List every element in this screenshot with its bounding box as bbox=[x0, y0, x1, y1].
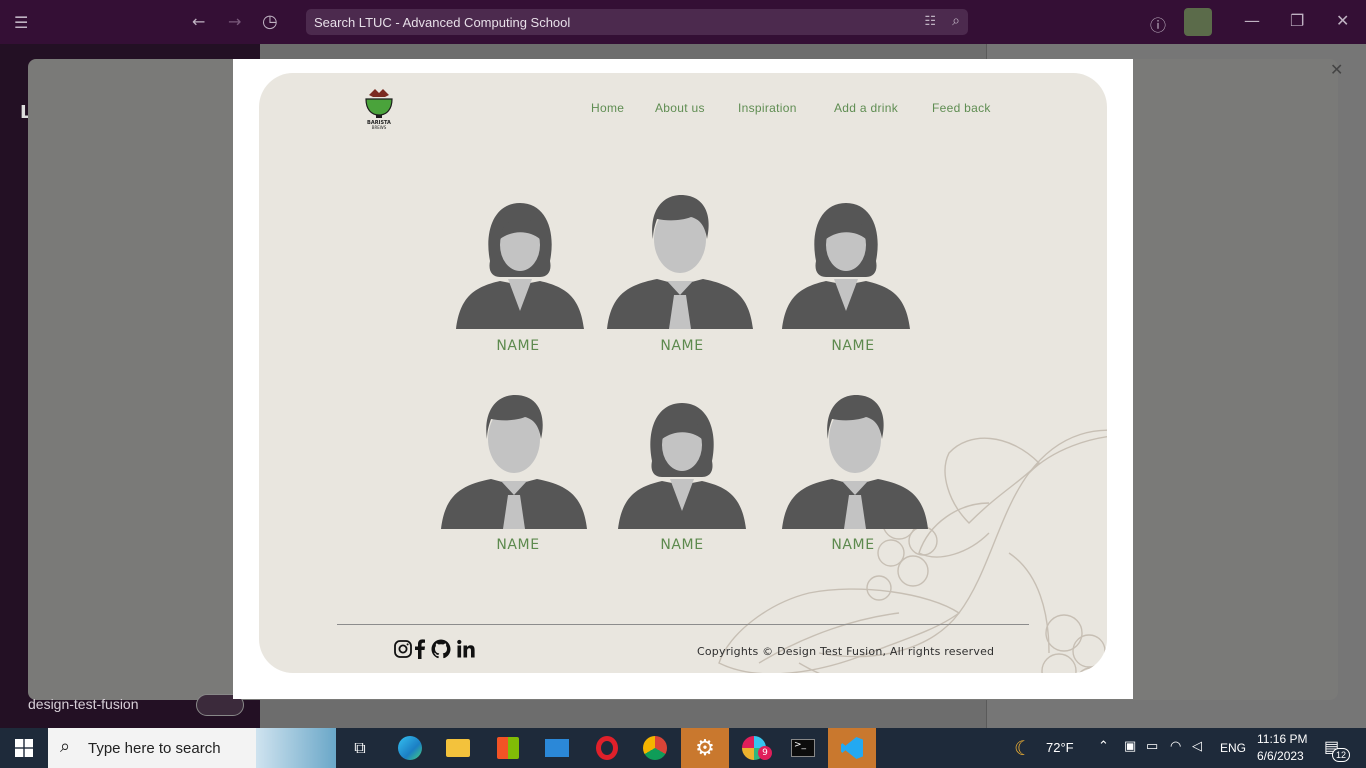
website-mockup: BARISTA BREWS Home About us Inspiration … bbox=[259, 73, 1107, 673]
store-icon bbox=[497, 737, 519, 759]
language-indicator[interactable]: ENG bbox=[1220, 741, 1246, 755]
user-avatar[interactable] bbox=[1184, 8, 1212, 36]
opera-app[interactable] bbox=[583, 728, 631, 768]
facebook-icon[interactable] bbox=[413, 639, 427, 659]
github-icon[interactable] bbox=[431, 639, 451, 659]
battery-icon[interactable]: ▭ bbox=[1146, 738, 1158, 754]
weather-temperature[interactable]: 72°F bbox=[1046, 740, 1074, 755]
minimize-icon[interactable]: — bbox=[1244, 11, 1260, 30]
title-bar: ☰ ← → ◷ Search LTUC - Advanced Computing… bbox=[0, 0, 1366, 44]
volume-icon[interactable]: ◁ bbox=[1192, 738, 1202, 754]
back-arrow-icon[interactable]: ← bbox=[192, 12, 205, 31]
folder-icon bbox=[446, 739, 470, 757]
svg-text:BREWS: BREWS bbox=[372, 125, 387, 130]
slack-search-placeholder: Search LTUC - Advanced Computing School bbox=[314, 14, 571, 30]
mail-icon bbox=[545, 739, 569, 757]
nav-feed-back[interactable]: Feed back bbox=[932, 101, 991, 115]
image-preview: BARISTA BREWS Home About us Inspiration … bbox=[233, 59, 1133, 699]
vscode-icon bbox=[841, 737, 863, 759]
vscode-app[interactable] bbox=[828, 728, 876, 768]
search-highlight-image bbox=[256, 728, 336, 768]
help-icon[interactable]: ⓘ bbox=[1150, 12, 1166, 36]
taskbar-search-input[interactable]: ⌕ Type here to search bbox=[48, 728, 336, 768]
team-member-name: NAME bbox=[660, 537, 704, 553]
team-member-name: NAME bbox=[660, 338, 704, 354]
search-icon[interactable]: ⌕ bbox=[952, 12, 960, 29]
taskbar-search-placeholder: Type here to search bbox=[88, 739, 221, 757]
footer-divider bbox=[337, 624, 1029, 625]
filter-icon[interactable]: ☷ bbox=[924, 13, 936, 29]
search-icon: ⌕ bbox=[60, 736, 71, 756]
notification-count: 12 bbox=[1332, 748, 1350, 762]
male-avatar bbox=[607, 195, 753, 329]
windows-logo-icon bbox=[15, 739, 33, 757]
team-member-name: NAME bbox=[831, 338, 875, 354]
hamburger-menu-icon[interactable]: ☰ bbox=[14, 13, 28, 32]
task-view-button[interactable]: ⧉ bbox=[336, 728, 384, 768]
wifi-icon[interactable]: ◠ bbox=[1170, 738, 1181, 754]
male-avatar bbox=[782, 395, 928, 529]
copyright-text: Copyrights © Design Test Fusion, All rig… bbox=[697, 645, 995, 658]
nav-add-a-drink[interactable]: Add a drink bbox=[834, 101, 898, 115]
slack-search-input[interactable]: Search LTUC - Advanced Computing School … bbox=[306, 9, 968, 35]
history-clock-icon[interactable]: ◷ bbox=[262, 11, 278, 32]
female-avatar bbox=[456, 203, 584, 329]
barista-brews-logo[interactable]: BARISTA BREWS bbox=[363, 87, 395, 131]
opera-icon bbox=[596, 736, 618, 760]
forward-arrow-icon[interactable]: → bbox=[228, 12, 241, 31]
store-app[interactable] bbox=[484, 728, 532, 768]
clock-time[interactable]: 11:16 PM bbox=[1257, 732, 1307, 746]
terminal-app[interactable]: >_ bbox=[779, 728, 827, 768]
instagram-icon[interactable] bbox=[393, 639, 413, 659]
file-explorer-app[interactable] bbox=[434, 728, 482, 768]
slack-badge: 9 bbox=[758, 746, 772, 760]
male-avatar bbox=[441, 395, 587, 529]
windows-taskbar: ⌕ Type here to search ⧉ ⚙ 9 >_ ☾ 72°F ⌃ … bbox=[0, 728, 1366, 768]
team-member-name: NAME bbox=[496, 537, 540, 553]
edge-icon bbox=[398, 736, 422, 760]
chrome-icon bbox=[643, 736, 667, 760]
chrome-app[interactable] bbox=[631, 728, 679, 768]
close-modal-icon[interactable]: ✕ bbox=[1330, 60, 1343, 79]
nav-inspiration[interactable]: Inspiration bbox=[738, 101, 797, 115]
chevron-up-icon[interactable]: ⌃ bbox=[1098, 738, 1109, 754]
task-view-icon: ⧉ bbox=[354, 738, 366, 757]
female-avatar bbox=[782, 203, 910, 329]
team-member-name: NAME bbox=[831, 537, 875, 553]
workspace-name[interactable]: design-test-fusion bbox=[28, 696, 139, 712]
moon-weather-icon[interactable]: ☾ bbox=[1014, 736, 1032, 761]
close-window-icon[interactable]: ✕ bbox=[1336, 11, 1349, 30]
mail-app[interactable] bbox=[533, 728, 581, 768]
nav-about-us[interactable]: About us bbox=[655, 101, 705, 115]
settings-app[interactable]: ⚙ bbox=[681, 728, 729, 768]
start-button[interactable] bbox=[0, 728, 48, 768]
restore-icon[interactable]: ❐ bbox=[1290, 11, 1304, 30]
clock-date[interactable]: 6/6/2023 bbox=[1257, 749, 1304, 763]
slack-app[interactable]: 9 bbox=[730, 728, 778, 768]
terminal-icon: >_ bbox=[791, 739, 815, 757]
edge-app[interactable] bbox=[386, 728, 434, 768]
nav-home[interactable]: Home bbox=[591, 101, 624, 115]
webcam-icon[interactable]: ▣ bbox=[1124, 738, 1136, 754]
female-avatar bbox=[618, 403, 746, 529]
gear-icon: ⚙ bbox=[695, 735, 715, 761]
linkedin-icon[interactable] bbox=[456, 639, 476, 659]
team-member-name: NAME bbox=[496, 338, 540, 354]
